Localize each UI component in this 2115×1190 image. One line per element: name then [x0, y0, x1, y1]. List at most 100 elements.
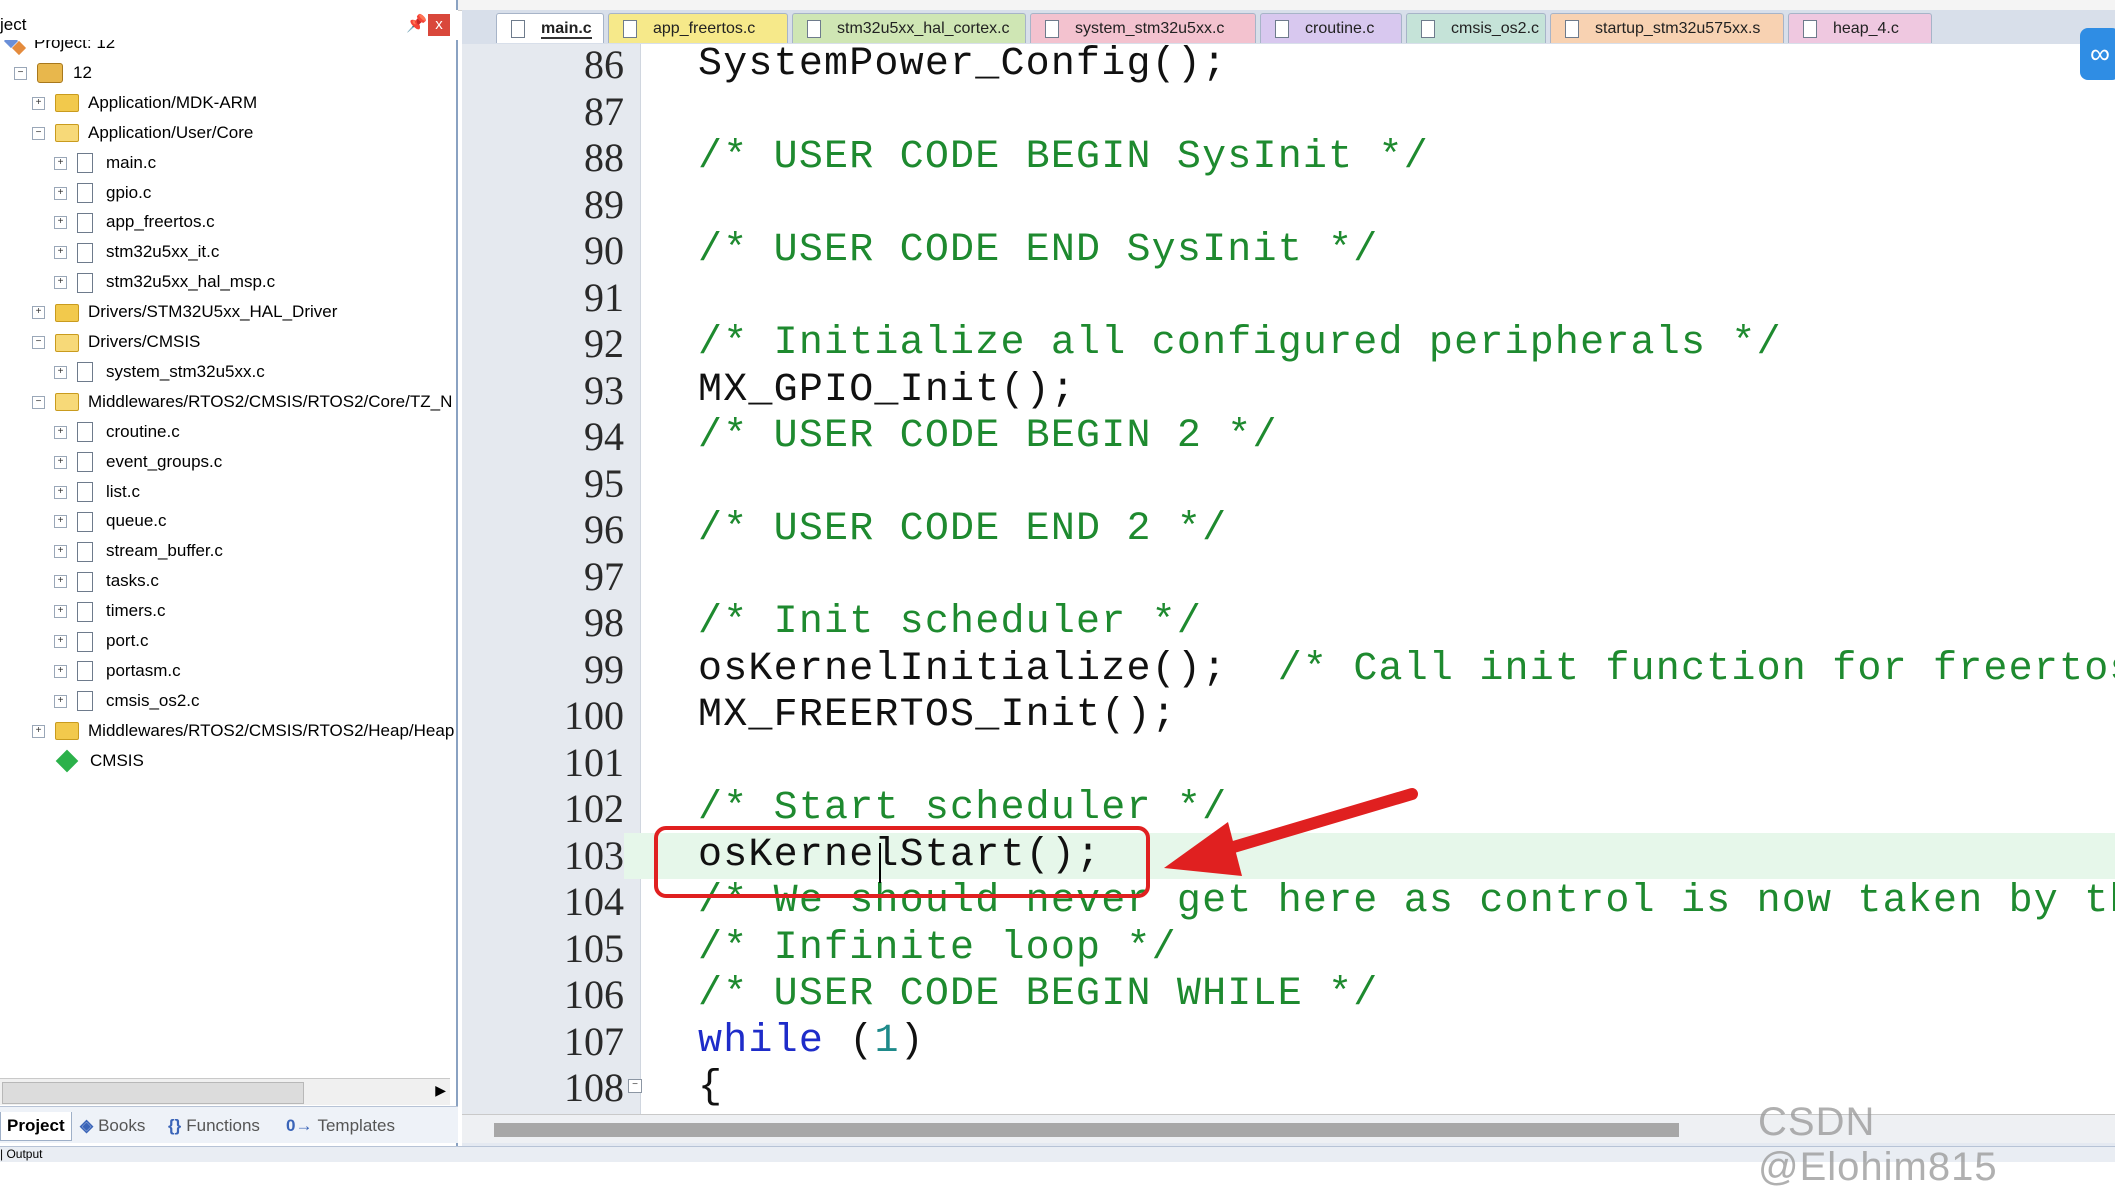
tree-item[interactable]: + stream_buffer.c: [54, 536, 223, 566]
expand-icon[interactable]: +: [54, 635, 67, 649]
collapse-icon[interactable]: −: [32, 336, 45, 350]
code-line[interactable]: 100 MX_FREERTOS_Init();: [462, 693, 2115, 740]
tree-item[interactable]: + portasm.c: [54, 656, 181, 686]
close-icon[interactable]: x: [428, 14, 450, 36]
expand-icon[interactable]: +: [32, 96, 45, 110]
tree-item[interactable]: + Application/MDK-ARM: [32, 88, 257, 118]
tree-item[interactable]: + port.c: [54, 626, 149, 656]
code-line[interactable]: 106 /* USER CODE BEGIN WHILE */: [462, 972, 2115, 1019]
file-tab[interactable]: heap_4.c: [1788, 13, 1932, 43]
expand-icon[interactable]: +: [54, 246, 67, 260]
tree-item[interactable]: − Drivers/CMSIS: [32, 327, 200, 357]
code-line-text: /* USER CODE END 2 */: [698, 507, 1228, 552]
tree-item[interactable]: + gpio.c: [54, 178, 151, 208]
tree-item[interactable]: − Middlewares/RTOS2/CMSIS/RTOS2/Core/TZ_N: [32, 387, 452, 417]
tree-item[interactable]: − 12: [14, 58, 92, 88]
tree-item[interactable]: + system_stm32u5xx.c: [54, 357, 265, 387]
editor-scrollbar-thumb[interactable]: [494, 1123, 1679, 1137]
file-icon: [1565, 20, 1579, 38]
file-tab[interactable]: croutine.c: [1260, 13, 1402, 43]
tree-item[interactable]: + Drivers/STM32U5xx_HAL_Driver: [32, 297, 337, 327]
line-number: 89: [584, 181, 624, 227]
collapse-icon[interactable]: −: [14, 66, 27, 80]
panel-tab-functions[interactable]: {} Functions: [168, 1112, 260, 1140]
panel-tab-templates[interactable]: 0→ Templates: [286, 1112, 395, 1140]
expand-icon[interactable]: +: [54, 455, 67, 469]
code-line[interactable]: 94 /* USER CODE BEGIN 2 */: [462, 414, 2115, 461]
scroll-right-arrow-icon[interactable]: ▶: [435, 1082, 446, 1099]
tree-item[interactable]: + Middlewares/RTOS2/CMSIS/RTOS2/Heap/Heap: [32, 716, 454, 746]
expand-icon[interactable]: +: [54, 545, 67, 559]
tree-item[interactable]: CMSIS: [32, 746, 144, 776]
tree-item[interactable]: + timers.c: [54, 596, 166, 626]
expand-icon[interactable]: +: [54, 425, 67, 439]
floating-link-button[interactable]: ∞: [2080, 28, 2115, 80]
code-line[interactable]: 91: [462, 275, 2115, 322]
expand-icon[interactable]: +: [32, 724, 45, 738]
tree-item-label: Drivers/CMSIS: [88, 332, 201, 351]
tree-item-label: 12: [73, 62, 92, 82]
collapse-icon[interactable]: −: [32, 395, 45, 409]
editor-area: main.c app_freertos.c stm32u5xx_hal_cortex…: [462, 10, 2115, 1146]
tree-item[interactable]: + list.c: [54, 477, 140, 507]
code-line[interactable]: 86 SystemPower_Config();: [462, 44, 2115, 89]
file-tab[interactable]: cmsis_os2.c: [1406, 13, 1546, 43]
code-line[interactable]: 93 MX_GPIO_Init();: [462, 368, 2115, 415]
output-label[interactable]: | Output: [0, 1147, 42, 1161]
folder-open-icon: [55, 393, 79, 412]
line-number: 93: [584, 367, 624, 413]
tree-scrollbar-thumb[interactable]: [2, 1082, 304, 1104]
tree-item[interactable]: + main.c: [54, 148, 156, 178]
tree-item[interactable]: − Application/User/Core: [32, 118, 253, 148]
file-tab[interactable]: app_freertos.c: [608, 13, 788, 43]
expand-icon[interactable]: +: [54, 664, 67, 678]
code-line[interactable]: 87: [462, 89, 2115, 136]
project-tree: Project: 12 − 12 + Application/MDK-ARM − Appli…: [0, 40, 456, 1080]
code-line[interactable]: 98 /* Init scheduler */: [462, 600, 2115, 647]
expand-icon[interactable]: +: [54, 276, 67, 290]
code-line[interactable]: 96 /* USER CODE END 2 */: [462, 507, 2115, 554]
tree-item[interactable]: + cmsis_os2.c: [54, 686, 200, 716]
tree-item[interactable]: + tasks.c: [54, 566, 159, 596]
expand-icon[interactable]: +: [54, 515, 67, 529]
code-line[interactable]: 92 /* Initialize all configured periphera…: [462, 321, 2115, 368]
code-line[interactable]: 88 /* USER CODE BEGIN SysInit */: [462, 135, 2115, 182]
code-comment: /* USER CODE BEGIN WHILE */: [698, 972, 1379, 1019]
collapse-icon[interactable]: −: [32, 126, 45, 140]
expand-icon[interactable]: +: [54, 575, 67, 589]
fold-collapse-icon[interactable]: −: [628, 1079, 642, 1093]
tree-item[interactable]: + event_groups.c: [54, 447, 222, 477]
code-editor[interactable]: 86 SystemPower_Config(); 87 88 /* USER CODE …: [462, 44, 2115, 1114]
file-tab[interactable]: main.c: [496, 13, 604, 43]
file-tab[interactable]: system_stm32u5xx.c: [1030, 13, 1256, 43]
expand-icon[interactable]: +: [54, 156, 67, 170]
pin-icon[interactable]: 📌: [406, 14, 427, 34]
tree-item[interactable]: + stm32u5xx_hal_msp.c: [54, 267, 275, 297]
code-line[interactable]: 99 osKernelInitialize(); /* Call init fun…: [462, 647, 2115, 694]
tree-item[interactable]: + croutine.c: [54, 417, 180, 447]
panel-tab-books[interactable]: ◈ Books: [80, 1112, 145, 1140]
tree-item[interactable]: + app_freertos.c: [54, 207, 215, 237]
tree-item[interactable]: + stm32u5xx_it.c: [54, 237, 219, 267]
code-line[interactable]: 105 /* Infinite loop */: [462, 926, 2115, 973]
tree-item[interactable]: Project: 12: [4, 40, 115, 58]
expand-icon[interactable]: +: [54, 485, 67, 499]
panel-tab-project[interactable]: Project: [0, 1112, 72, 1141]
expand-icon[interactable]: +: [54, 216, 67, 230]
code-line[interactable]: 107 while (1): [462, 1019, 2115, 1066]
file-tab[interactable]: stm32u5xx_hal_cortex.c: [792, 13, 1026, 43]
tree-item-label: timers.c: [106, 601, 166, 621]
expand-icon[interactable]: +: [54, 365, 67, 379]
code-line[interactable]: 90 /* USER CODE END SysInit */: [462, 228, 2115, 275]
file-tab[interactable]: startup_stm32u575xx.s: [1550, 13, 1784, 43]
code-line[interactable]: 95: [462, 461, 2115, 508]
code-line[interactable]: 97: [462, 554, 2115, 601]
tree-horizontal-scrollbar[interactable]: ▶: [0, 1078, 450, 1105]
expand-icon[interactable]: +: [54, 186, 67, 200]
folder-icon: [55, 94, 79, 113]
expand-icon[interactable]: +: [32, 306, 45, 320]
expand-icon[interactable]: +: [54, 694, 67, 708]
tree-item[interactable]: + queue.c: [54, 506, 167, 536]
expand-icon[interactable]: +: [54, 605, 67, 619]
code-line[interactable]: 89: [462, 182, 2115, 229]
